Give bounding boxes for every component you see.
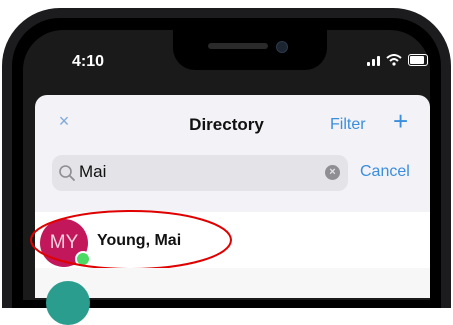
speaker <box>208 43 268 49</box>
annotation-ellipse <box>30 210 232 270</box>
wifi-icon <box>386 54 402 66</box>
cancel-button[interactable]: Cancel <box>360 163 410 181</box>
add-button[interactable]: + <box>393 108 408 134</box>
notch <box>173 30 327 70</box>
status-time: 4:10 <box>72 53 105 70</box>
camera <box>276 41 288 53</box>
page-title: Directory <box>189 115 264 134</box>
search-icon <box>59 165 75 181</box>
search-value[interactable]: Mai <box>79 162 106 182</box>
battery-icon <box>408 54 428 66</box>
list-item-next <box>35 268 430 298</box>
clear-search-icon[interactable]: × <box>325 165 340 180</box>
signal-icon <box>367 54 380 66</box>
avatar-next <box>46 281 90 325</box>
status-icons <box>367 54 428 66</box>
filter-button[interactable]: Filter <box>330 116 366 134</box>
